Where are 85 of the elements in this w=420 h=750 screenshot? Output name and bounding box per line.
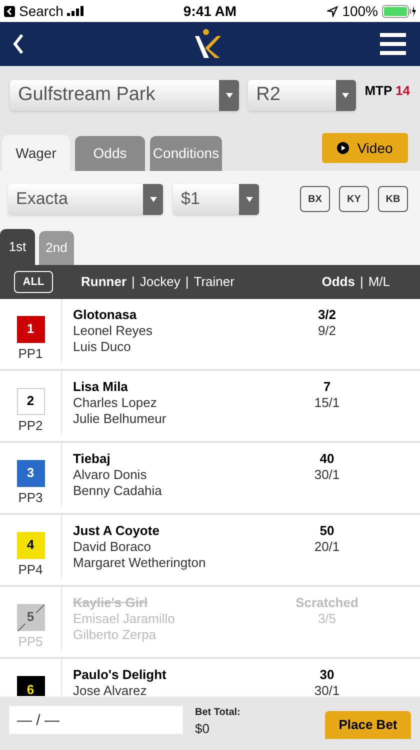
minutes-to-post: MTP 14 bbox=[364, 82, 410, 100]
play-icon bbox=[337, 142, 350, 154]
saddle-cloth: 1 bbox=[16, 316, 44, 342]
jockey-name: Leonel Reyes bbox=[73, 323, 154, 339]
wager-type-dropdown[interactable]: Exacta bbox=[8, 184, 163, 214]
column-label: Trainer bbox=[194, 273, 234, 292]
caret-icon bbox=[150, 196, 156, 202]
runner-name: Glotonasa bbox=[73, 307, 138, 323]
odds-value: 50 bbox=[320, 523, 334, 539]
odds-value: 3/2 bbox=[318, 307, 336, 323]
track-dropdown[interactable]: Gulfstream Park bbox=[10, 80, 240, 111]
separator: | bbox=[185, 273, 189, 292]
morning-line: 30/1 bbox=[314, 683, 340, 696]
post-position: PP1 bbox=[18, 344, 43, 362]
post-position: PP2 bbox=[18, 416, 43, 434]
back-link[interactable]: Search bbox=[19, 0, 64, 22]
menu-icon bbox=[380, 33, 406, 55]
odds-value: 30 bbox=[320, 667, 334, 683]
runner-name: Tiebaj bbox=[73, 451, 112, 467]
modifier-button[interactable]: BX bbox=[300, 186, 330, 212]
runner-name: Kaylie's Girl bbox=[73, 595, 149, 611]
trainer-name: Gilberto Zerpa bbox=[73, 627, 158, 643]
chevron-left-icon bbox=[12, 33, 24, 55]
runner-row[interactable]: 3 PP3 Tiebaj Alvaro Donis Benny Cadahia 40 30/1 bbox=[0, 443, 420, 515]
saddle-cloth: 3 bbox=[16, 460, 44, 486]
modifier-button[interactable]: KB bbox=[378, 186, 408, 212]
menu-button[interactable] bbox=[380, 32, 408, 56]
battery-percent: 100% bbox=[342, 2, 378, 20]
signal-icon bbox=[67, 6, 84, 16]
clock: 9:41 AM bbox=[183, 2, 237, 18]
all-button[interactable]: ALL bbox=[14, 271, 53, 293]
runner-row[interactable]: 2 PP2 Lisa Mila Charles Lopez Julie Belhumeur 7 15/1 bbox=[0, 371, 420, 443]
battery-icon bbox=[382, 4, 416, 18]
caret-icon bbox=[342, 93, 350, 98]
caret-icon bbox=[246, 196, 252, 202]
caret-icon bbox=[226, 93, 233, 98]
runner-row[interactable]: 4 PP4 Just A Coyote David Boraco Margaret Wetherington 50 20/1 bbox=[0, 515, 420, 587]
saddle-cloth: 2 bbox=[16, 388, 44, 414]
place-bet-button[interactable]: Place Bet bbox=[325, 711, 411, 739]
runner-name: Lisa Mila bbox=[73, 379, 129, 395]
column-label: Odds bbox=[322, 273, 355, 292]
amount-dropdown[interactable]: $1 bbox=[173, 184, 259, 214]
post-position: PP4 bbox=[18, 560, 43, 578]
morning-line: 20/1 bbox=[314, 539, 340, 555]
modifier-button[interactable]: KY bbox=[339, 186, 369, 212]
trainer-name: Julie Belhumeur bbox=[73, 411, 168, 427]
back-icon bbox=[4, 6, 15, 16]
trainer-name: Margaret Wetherington bbox=[73, 555, 207, 571]
trainer-name: Benny Cadahia bbox=[73, 483, 163, 499]
runner-name: Just A Coyote bbox=[73, 523, 160, 539]
trainer-name: Luis Duco bbox=[73, 339, 132, 355]
post-position: PP3 bbox=[18, 488, 43, 506]
logo-icon bbox=[193, 28, 223, 60]
video-button[interactable]: Video bbox=[322, 133, 408, 163]
runner-name: Paulo's Delight bbox=[73, 667, 168, 683]
saddle-cloth: 5 bbox=[16, 604, 44, 630]
morning-line: 3/5 bbox=[318, 611, 336, 627]
jockey-name: Charles Lopez bbox=[73, 395, 158, 411]
jockey-name: Alvaro Donis bbox=[73, 467, 148, 483]
column-label: Runner bbox=[81, 273, 126, 292]
column-label: M/L bbox=[368, 273, 390, 292]
morning-line: 30/1 bbox=[314, 467, 340, 483]
bet-total-value: $0 bbox=[195, 721, 210, 737]
location-icon bbox=[327, 6, 338, 16]
saddle-cloth: 4 bbox=[16, 532, 44, 558]
odds-value: 7 bbox=[323, 379, 331, 395]
runner-row[interactable]: 5 PP5 Kaylie's Girl Emisael Jaramillo Gilberto Zerpa Scratched 3/5 bbox=[0, 587, 420, 659]
morning-line: 9/2 bbox=[318, 323, 336, 339]
selection-field[interactable]: — / — bbox=[9, 706, 183, 734]
runner-row[interactable]: 1 PP1 Glotonasa Leonel Reyes Luis Duco 3/2 9/2 bbox=[0, 299, 420, 371]
saddle-cloth: 6 bbox=[16, 676, 44, 696]
odds-value: 40 bbox=[320, 451, 334, 467]
jockey-name: David Boraco bbox=[73, 539, 152, 555]
separator: | bbox=[132, 273, 135, 292]
bet-total-label: Bet Total: bbox=[195, 706, 240, 720]
tab[interactable]: Wager bbox=[2, 135, 70, 171]
jockey-name: Emisael Jaramillo bbox=[73, 611, 176, 627]
race-dropdown[interactable]: R2 bbox=[248, 80, 356, 111]
odds-value: Scratched bbox=[296, 595, 358, 611]
morning-line: 15/1 bbox=[314, 395, 340, 411]
column-label: Jockey bbox=[140, 273, 180, 292]
post-position: PP5 bbox=[18, 632, 43, 650]
leg-tab[interactable]: 1st bbox=[0, 229, 35, 265]
separator: | bbox=[360, 273, 364, 292]
jockey-name: Jose Alvarez bbox=[73, 683, 148, 696]
